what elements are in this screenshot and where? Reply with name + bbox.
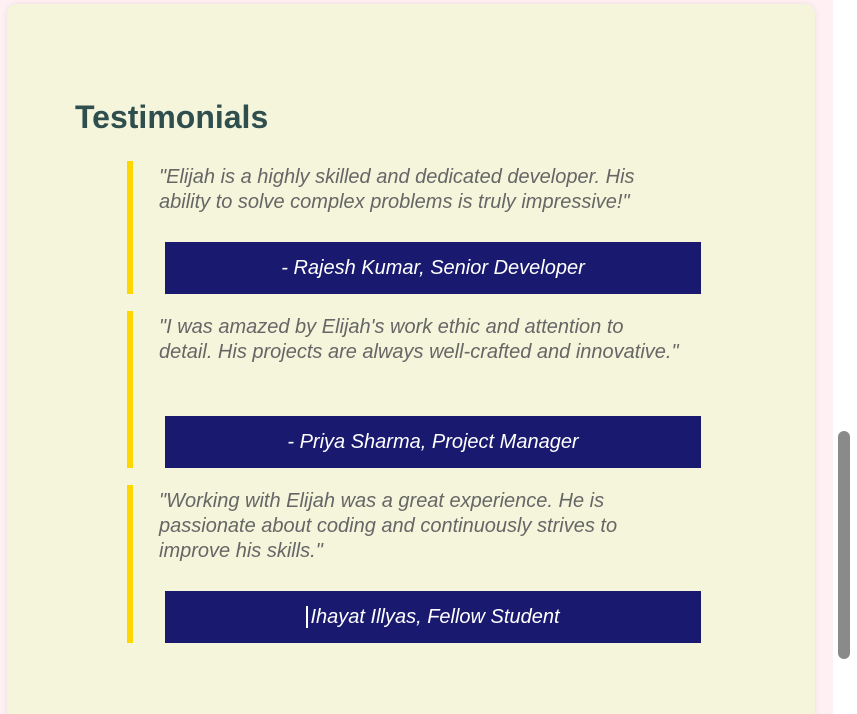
testimonial-item: "Elijah is a highly skilled and dedicate… [127,161,701,294]
testimonial-author: - Priya Sharma, Project Manager [165,416,701,468]
testimonial-quote: "Working with Elijah was a great experie… [159,490,618,562]
testimonial-item: "Working with Elijah was a great experie… [127,485,701,643]
testimonial-author-text: - Rajesh Kumar, Senior Developer [281,256,585,279]
vertical-scrollbar[interactable] [833,0,857,714]
scrollbar-thumb[interactable] [838,431,850,659]
testimonials-card: Testimonials "Elijah is a highly skilled… [7,4,815,714]
testimonial-quote: "I was amazed by Elijah's work ethic and… [159,316,679,363]
testimonial-author: Ihayat Illyas, Fellow Student [165,591,701,643]
section-title: Testimonials [75,99,269,135]
text-cursor-icon [306,606,309,628]
testimonial-quote: "Elijah is a highly skilled and dedicate… [159,166,635,213]
testimonial-author: - Rajesh Kumar, Senior Developer [165,242,701,294]
testimonial-author-text: Ihayat Illyas, Fellow Student [310,605,560,628]
testimonial-author-text: - Priya Sharma, Project Manager [287,430,579,453]
page-viewport: Testimonials "Elijah is a highly skilled… [0,0,857,714]
testimonial-item: "I was amazed by Elijah's work ethic and… [127,311,701,468]
